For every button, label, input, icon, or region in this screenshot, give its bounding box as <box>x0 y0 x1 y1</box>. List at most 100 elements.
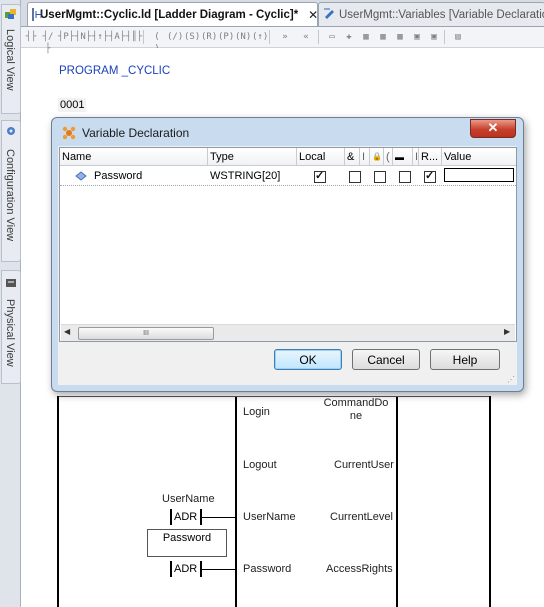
network-number[interactable]: 0001 <box>58 98 87 112</box>
password-variable-box[interactable]: Password <box>147 529 227 557</box>
dialog-title: Variable Declaration <box>82 126 190 140</box>
tab-cyclic-ladder[interactable]: UserMgmt::Cyclic.ld [Ladder Diagram - Cy… <box>27 2 318 26</box>
column-header-value[interactable]: Value <box>442 148 516 166</box>
column-header-input[interactable]: I <box>360 148 370 166</box>
connection-line <box>202 569 235 570</box>
reset-coil-icon[interactable]: (R) <box>201 31 217 43</box>
column-header-local[interactable]: Local <box>297 148 345 166</box>
toolbar-separator <box>269 30 270 44</box>
negative-edge-contact-icon[interactable]: ┤N├ <box>75 31 91 43</box>
negative-transition-coil-icon[interactable]: (N) <box>235 31 251 43</box>
cell-type[interactable]: WSTRING[20] <box>210 167 280 185</box>
grid-layout-icon[interactable]: ▦ <box>376 31 390 43</box>
column-header-retain[interactable]: R... <box>419 148 442 166</box>
function-block-right-edge <box>396 396 398 607</box>
column-header-reference[interactable]: & <box>345 148 360 166</box>
pin-accessrights: AccessRights <box>326 563 393 575</box>
cell-value-input[interactable] <box>444 168 514 182</box>
scrollbar-thumb[interactable]: III <box>78 327 214 340</box>
pin-login: Login <box>243 406 270 418</box>
tab-title: UserMgmt::Variables [Variable Declaratio… <box>339 8 544 21</box>
block-icon[interactable]: ▣ <box>410 31 424 43</box>
username-variable[interactable]: UserName <box>162 493 215 505</box>
adr-connector[interactable]: ADR <box>170 561 204 577</box>
left-power-rail <box>57 396 59 607</box>
resize-grip-icon[interactable]: ⋰ <box>507 375 515 384</box>
column-header-c[interactable]: ( <box>384 148 393 166</box>
jump-icon[interactable]: » <box>276 31 294 43</box>
coil-icon[interactable]: ( ) <box>150 31 164 54</box>
function-block-diagram-icon[interactable]: ▤ <box>451 31 465 43</box>
tab-physical-view[interactable]: Physical View <box>1 270 21 384</box>
local-checkbox[interactable] <box>314 169 326 183</box>
dialog-app-icon <box>61 125 77 144</box>
tab-label: Physical View <box>4 299 16 367</box>
pin-password: Password <box>243 563 292 575</box>
cancel-button[interactable]: Cancel <box>352 349 420 370</box>
close-tab-icon[interactable]: ✕ <box>308 8 317 22</box>
pin-currentuser: CurrentUser <box>334 459 394 471</box>
help-button[interactable]: Help <box>430 349 500 370</box>
reference-checkbox[interactable] <box>349 171 361 183</box>
column-header-type[interactable]: Type <box>208 148 297 166</box>
tab-logical-view[interactable]: Logical View <box>1 4 21 114</box>
variables-document-icon <box>323 7 335 22</box>
close-dialog-button[interactable]: ✕ <box>470 119 516 138</box>
physical-view-icon <box>5 277 17 289</box>
parallel-contact-icon[interactable]: ┤║├ <box>126 31 142 43</box>
tab-label: Logical View <box>4 29 16 91</box>
document-tab-bar: UserMgmt::Cyclic.ld [Ladder Diagram - Cy… <box>21 0 544 27</box>
insert-block-icon[interactable]: ▣ <box>427 31 441 43</box>
tab-label: Configuration View <box>4 149 16 242</box>
retain-checkbox[interactable] <box>424 169 436 183</box>
variable-icon <box>75 171 87 184</box>
right-power-rail <box>489 396 491 607</box>
tab-title: UserMgmt::Cyclic.ld [Ladder Diagram - Cy… <box>40 8 299 21</box>
positive-edge-contact-icon[interactable]: ┤P├ <box>58 31 74 43</box>
configuration-view-icon <box>5 125 17 137</box>
column-header-constant[interactable]: 🔒 <box>370 148 384 166</box>
toolbar-separator <box>444 30 445 44</box>
negated-contact-icon[interactable]: ┤/├ <box>41 31 55 54</box>
scroll-left-arrow-icon[interactable]: ◀ <box>64 327 70 336</box>
add-branch-icon[interactable]: ✚ <box>342 31 356 43</box>
ok-button[interactable]: OK <box>274 349 342 370</box>
connection-line <box>202 517 235 518</box>
table-icon[interactable]: ▦ <box>393 31 407 43</box>
variable-declaration-dialog: Variable Declaration ✕ Name Type Local &… <box>51 117 524 392</box>
positive-transition-coil-icon[interactable]: (P) <box>218 31 234 43</box>
scroll-right-arrow-icon[interactable]: ▶ <box>504 327 510 336</box>
pin-currentlevel: CurrentLevel <box>330 511 393 523</box>
set-coil-icon[interactable]: (S) <box>184 31 200 43</box>
variable-grid[interactable]: Name Type Local & I 🔒 ( ▬ I R... Value P… <box>59 147 517 342</box>
contact-rising-icon[interactable]: ┤↑├ <box>92 31 108 43</box>
ladder-document-icon <box>32 8 42 21</box>
program-header: PROGRAM _CYCLIC <box>59 65 171 77</box>
tab-variables-declaration[interactable]: UserMgmt::Variables [Variable Declaratio… <box>318 2 544 26</box>
pin-commanddone: CommandDone <box>323 397 389 422</box>
function-block-left-edge <box>235 396 237 607</box>
dialog-body: Name Type Local & I 🔒 ( ▬ I R... Value P… <box>58 146 517 385</box>
constant-checkbox[interactable] <box>374 171 386 183</box>
negated-coil-icon[interactable]: (/) <box>167 31 183 43</box>
rung-line <box>59 396 489 397</box>
toolbar-separator <box>143 30 144 44</box>
column-header-battery[interactable]: ▬ <box>393 148 413 166</box>
horizontal-scrollbar[interactable]: ◀ III ▶ <box>61 324 515 341</box>
insert-network-icon[interactable]: ▭ <box>325 31 339 43</box>
tab-configuration-view[interactable]: Configuration View <box>1 120 21 262</box>
function-block-icon[interactable]: ▦ <box>359 31 373 43</box>
adr-connector[interactable]: ADR <box>170 509 204 525</box>
logical-view-icon <box>5 8 17 20</box>
battery-checkbox[interactable] <box>399 171 411 183</box>
return-icon[interactable]: « <box>297 31 315 43</box>
cell-name[interactable]: Password <box>94 167 142 185</box>
left-sidebar: Logical View Configuration View Physical… <box>0 0 21 607</box>
toolbar-separator <box>318 30 319 44</box>
contact-icon[interactable]: ┤├ <box>24 31 38 43</box>
rising-coil-icon[interactable]: (↑) <box>252 31 268 43</box>
address-contact-icon[interactable]: ┤A├ <box>109 31 125 43</box>
ladder-toolbar: ┤├ ┤/├ ┤P├ ┤N├ ┤↑├ ┤A├ ┤║├ ( ) (/) (S) (… <box>21 27 544 54</box>
pin-username: UserName <box>243 511 296 523</box>
column-header-name[interactable]: Name <box>60 148 208 166</box>
